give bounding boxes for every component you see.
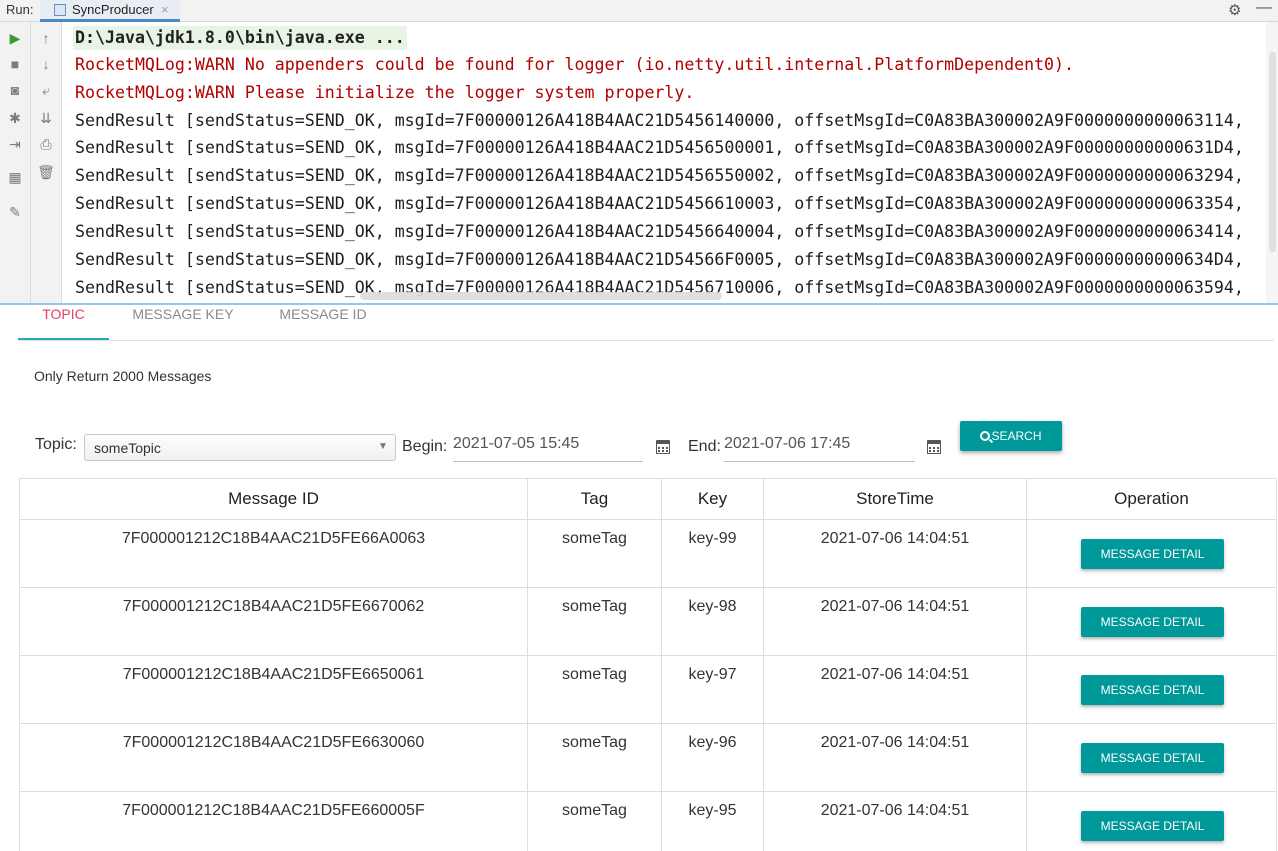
console-line-output: SendResult [sendStatus=SEND_OK, msgId=7F… xyxy=(75,166,1244,185)
cell-message-id: 7F000001212C18B4AAC21D5FE6630060 xyxy=(20,724,528,792)
run-label: Run: xyxy=(6,2,34,17)
console-vertical-scrollbar[interactable] xyxy=(1266,22,1278,304)
cell-storetime: 2021-07-06 14:04:51 xyxy=(764,656,1027,724)
console-line-command: D:\Java\jdk1.8.0\bin\java.exe ... xyxy=(73,26,407,50)
console-horizontal-scrollbar[interactable] xyxy=(360,292,722,300)
gear-icon[interactable]: ⚙ xyxy=(1228,1,1241,19)
message-detail-button[interactable]: MESSAGE DETAIL xyxy=(1081,743,1224,773)
column-header-tag[interactable]: Tag xyxy=(528,479,662,520)
cell-message-id: 7F000001212C18B4AAC21D5FE66A0063 xyxy=(20,520,528,588)
calendar-icon[interactable] xyxy=(656,440,670,454)
console-line-output: SendResult [sendStatus=SEND_OK, msgId=7F… xyxy=(75,194,1244,213)
end-date-input[interactable]: 2021-07-06 17:45 xyxy=(724,434,915,462)
settings-icon[interactable]: ✱ xyxy=(5,108,25,128)
console-line-output: SendResult [sendStatus=SEND_OK, msgId=7F… xyxy=(75,138,1244,157)
cell-key: key-96 xyxy=(662,724,764,792)
message-detail-button[interactable]: MESSAGE DETAIL xyxy=(1081,607,1224,637)
calendar-icon[interactable] xyxy=(927,440,941,454)
tab-title: SyncProducer xyxy=(72,2,154,17)
end-label: End: xyxy=(688,438,721,455)
soft-wrap-icon[interactable]: ⤶ xyxy=(36,80,56,100)
result-limit-note: Only Return 2000 Messages xyxy=(34,368,212,384)
tab-syncproducer[interactable]: SyncProducer xyxy=(40,0,180,22)
column-header-message-id[interactable]: Message ID xyxy=(20,479,528,520)
console-output[interactable]: D:\Java\jdk1.8.0\bin\java.exe ... Rocket… xyxy=(62,22,1266,304)
trash-icon[interactable]: 🗑 xyxy=(36,162,56,182)
run-toolbar-right: ↑ ↓ ⤶ ⇊ ⎙ 🗑 xyxy=(31,22,62,304)
arrow-up-icon[interactable]: ↑ xyxy=(36,28,56,48)
stop-icon[interactable]: ■ xyxy=(5,54,25,74)
topic-label: Topic: xyxy=(35,436,77,453)
console-line-output: SendResult [sendStatus=SEND_OK, msgId=7F… xyxy=(75,250,1244,269)
scrollbar-thumb[interactable] xyxy=(1269,52,1276,252)
begin-label: Begin: xyxy=(402,438,448,455)
search-button-label: SEARCH xyxy=(991,429,1042,443)
tab-message-key[interactable]: MESSAGE KEY xyxy=(122,305,244,340)
layout-icon[interactable]: ▦ xyxy=(5,167,25,187)
cell-key: key-99 xyxy=(662,520,764,588)
cell-storetime: 2021-07-06 14:04:51 xyxy=(764,520,1027,588)
scroll-to-end-icon[interactable]: ⇊ xyxy=(36,108,56,128)
console-line-warn: RocketMQLog:WARN Please initialize the l… xyxy=(75,83,695,102)
cell-message-id: 7F000001212C18B4AAC21D5FE6670062 xyxy=(20,588,528,656)
cell-tag: someTag xyxy=(528,520,662,588)
console-line-warn: RocketMQLog:WARN No appenders could be f… xyxy=(75,55,1075,74)
arrow-down-icon[interactable]: ↓ xyxy=(36,54,56,74)
cell-storetime: 2021-07-06 14:04:51 xyxy=(764,588,1027,656)
search-button[interactable]: SEARCH xyxy=(960,421,1062,451)
cell-message-id: 7F000001212C18B4AAC21D5FE6650061 xyxy=(20,656,528,724)
message-detail-button[interactable]: MESSAGE DETAIL xyxy=(1081,539,1224,569)
search-icon xyxy=(980,431,991,441)
column-header-key[interactable]: Key xyxy=(662,479,764,520)
login-icon[interactable]: ⇥ xyxy=(5,134,25,154)
topic-select[interactable]: someTopic ▼ xyxy=(84,434,396,461)
cell-key: key-97 xyxy=(662,656,764,724)
topic-selected-value: someTopic xyxy=(94,440,161,456)
tab-topic[interactable]: TOPIC xyxy=(18,305,109,340)
message-tabs: TOPIC MESSAGE KEY MESSAGE ID xyxy=(18,305,1274,341)
chevron-down-icon: ▼ xyxy=(378,441,388,452)
cell-tag: someTag xyxy=(528,792,662,851)
column-header-storetime[interactable]: StoreTime xyxy=(764,479,1027,520)
cell-storetime: 2021-07-06 14:04:51 xyxy=(764,792,1027,851)
cell-key: key-98 xyxy=(662,588,764,656)
run-icon[interactable]: ▶ xyxy=(5,28,25,48)
column-header-operation[interactable]: Operation xyxy=(1027,479,1277,520)
print-icon[interactable]: ⎙ xyxy=(36,134,56,154)
tab-message-id[interactable]: MESSAGE ID xyxy=(272,305,374,340)
cell-storetime: 2021-07-06 14:04:51 xyxy=(764,724,1027,792)
console-line-output: SendResult [sendStatus=SEND_OK, msgId=7F… xyxy=(75,222,1244,241)
application-icon xyxy=(54,4,66,16)
message-table: Message ID Tag Key StoreTime Operation 7… xyxy=(19,478,1277,851)
console-line-output: SendResult [sendStatus=SEND_OK, msgId=7F… xyxy=(75,111,1244,130)
cell-key: key-95 xyxy=(662,792,764,851)
message-detail-button[interactable]: MESSAGE DETAIL xyxy=(1081,675,1224,705)
pin-icon[interactable]: ✎ xyxy=(5,202,25,222)
run-toolwindow-header: Run: SyncProducer × ⚙ — xyxy=(0,0,1278,22)
begin-date-input[interactable]: 2021-07-05 15:45 xyxy=(453,434,643,462)
minimize-icon[interactable]: — xyxy=(1256,0,1272,17)
close-tab-icon[interactable]: × xyxy=(161,2,169,17)
message-detail-button[interactable]: MESSAGE DETAIL xyxy=(1081,811,1224,841)
cell-tag: someTag xyxy=(528,656,662,724)
cell-tag: someTag xyxy=(528,588,662,656)
cell-tag: someTag xyxy=(528,724,662,792)
run-toolbar-left: ▶ ■ ◙ ✱ ⇥ ▦ ✎ xyxy=(0,22,31,304)
camera-icon[interactable]: ◙ xyxy=(5,80,25,100)
cell-message-id: 7F000001212C18B4AAC21D5FE660005F xyxy=(20,792,528,851)
